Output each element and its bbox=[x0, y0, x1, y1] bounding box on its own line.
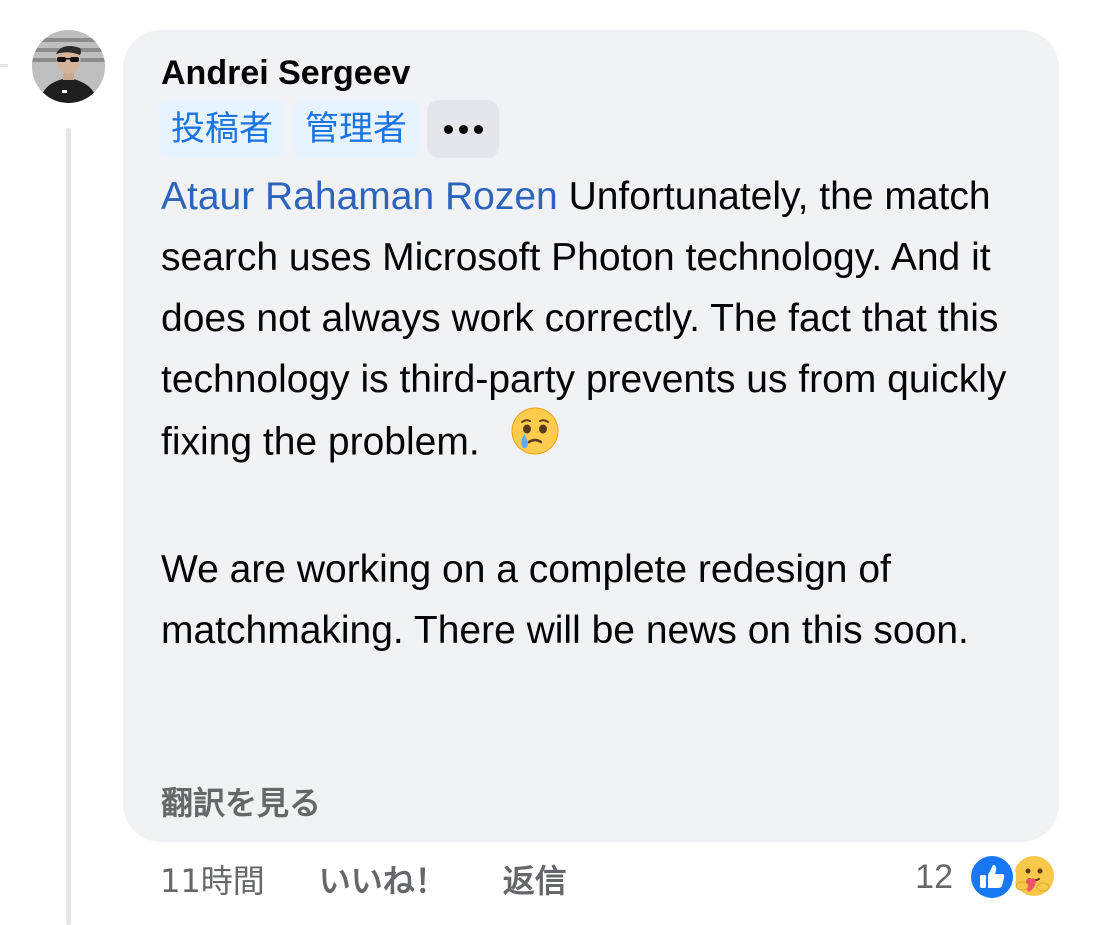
like-button[interactable]: いいね！ bbox=[319, 856, 447, 902]
comment-text: Ataur Rahaman Rozen Unfortunately, the m… bbox=[161, 166, 1041, 661]
comment-paragraph-1-text: Unfortunately, the match search uses Mic… bbox=[161, 175, 1007, 464]
mention-link[interactable]: Ataur Rahaman Rozen bbox=[161, 175, 558, 218]
thread-connector bbox=[0, 64, 8, 67]
face-holding-back-tears-icon bbox=[510, 406, 560, 474]
comment-paragraph-1: Ataur Rahaman Rozen Unfortunately, the m… bbox=[161, 166, 1041, 478]
comment-actions: 11時間 いいね！ 返信 bbox=[160, 856, 567, 902]
reply-button[interactable]: 返信 bbox=[503, 856, 567, 902]
more-dots-icon bbox=[443, 124, 453, 134]
reaction-count: 12 bbox=[915, 857, 953, 896]
reactions-summary[interactable]: 12 bbox=[915, 852, 1059, 902]
comment-bubble: Andrei Sergeev 投稿者 管理者 Ataur Rahaman Roz… bbox=[123, 30, 1059, 842]
more-dots-icon bbox=[473, 124, 483, 134]
author-badges: 投稿者 管理者 bbox=[159, 100, 499, 158]
badge-admin[interactable]: 管理者 bbox=[293, 100, 419, 158]
badge-author[interactable]: 投稿者 bbox=[159, 100, 285, 158]
comment-author[interactable]: Andrei Sergeev bbox=[161, 54, 410, 93]
avatar[interactable] bbox=[32, 30, 105, 103]
like-icon bbox=[968, 853, 1016, 901]
comment-timestamp[interactable]: 11時間 bbox=[160, 856, 265, 902]
more-dots-icon bbox=[458, 124, 468, 134]
see-translation-link[interactable]: 翻訳を見る bbox=[161, 778, 321, 824]
more-options-button[interactable] bbox=[427, 100, 499, 158]
comment-paragraph-2: We are working on a complete redesign of… bbox=[161, 548, 969, 652]
avatar-image bbox=[32, 30, 105, 103]
thread-line bbox=[66, 128, 71, 925]
